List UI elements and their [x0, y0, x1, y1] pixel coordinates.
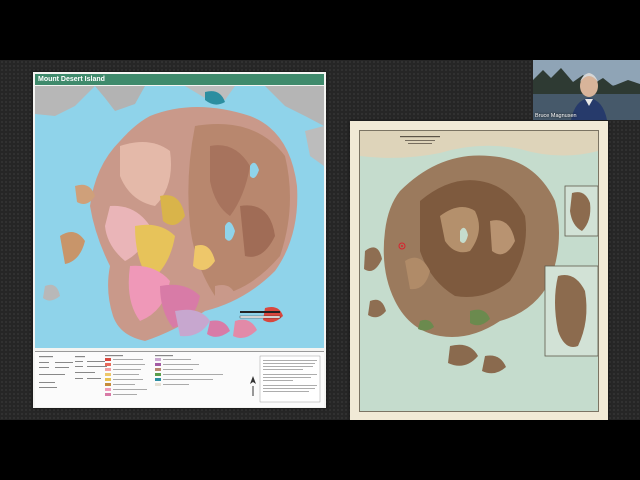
- participant-name: Bruce Magnusen: [535, 113, 577, 119]
- participant-video-tile[interactable]: Bruce Magnusen: [533, 60, 640, 120]
- relief-map-image: [359, 130, 599, 412]
- map-title: Mount Desert Island: [35, 74, 324, 85]
- map-legend: [35, 351, 324, 407]
- relief-map-slide: [350, 121, 608, 420]
- legend-graphic: [35, 352, 324, 407]
- island-geology-graphic: [35, 86, 324, 348]
- geologic-map-slide: Mount Desert Island: [33, 72, 326, 408]
- participant-video-feed: [533, 60, 640, 120]
- relief-island-graphic: [360, 131, 598, 411]
- geologic-map-image: [35, 86, 324, 348]
